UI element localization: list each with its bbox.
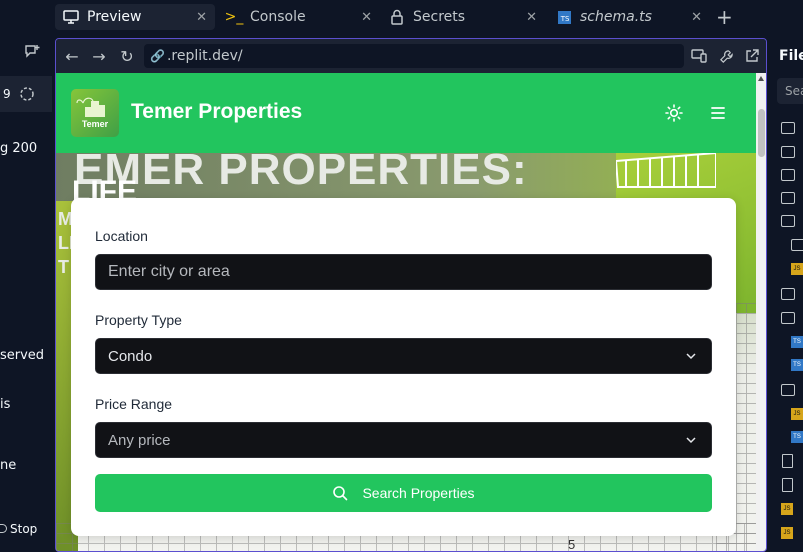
tab-label: Preview (87, 9, 142, 25)
preview-pane: ← → ↻ 🔗 .replit.dev/ EMER PROPERTIES: LI… (55, 38, 767, 552)
app-header: Temer Temer Properties (56, 73, 756, 153)
left-pane-text: 9 (3, 87, 11, 101)
file-pane-title: File (779, 48, 803, 64)
close-icon[interactable]: ✕ (526, 10, 537, 25)
folder-icon[interactable] (781, 146, 795, 158)
tab-bar: Preview ✕ >_ Console ✕ Secrets ✕ TS sche… (0, 0, 803, 34)
link-icon: 🔗 (150, 49, 165, 63)
tab-schema-ts[interactable]: TS schema.ts ✕ (550, 4, 710, 30)
typescript-file-icon[interactable]: TS (791, 359, 803, 371)
scroll-thumb[interactable] (758, 109, 765, 157)
folder-open-icon[interactable] (781, 312, 795, 324)
menu-icon[interactable] (706, 101, 730, 125)
logo[interactable]: Temer (71, 89, 119, 137)
chevron-down-icon (685, 349, 697, 366)
tab-label: Secrets (413, 9, 466, 25)
forward-icon[interactable]: → (89, 46, 109, 66)
blueprint-number: 5 (568, 537, 576, 552)
property-type-value: Condo (108, 347, 153, 365)
brand-name[interactable]: Temer Properties (131, 100, 302, 124)
tab-label: schema.ts (580, 9, 652, 25)
folder-open-icon[interactable] (781, 384, 795, 396)
price-range-select[interactable]: Any price (95, 422, 712, 458)
javascript-file-icon[interactable]: JS (791, 263, 803, 275)
property-type-label: Property Type (95, 312, 182, 328)
new-chat-icon[interactable] (24, 44, 40, 64)
left-pane-text: g 200 (0, 141, 38, 156)
monitor-icon (61, 10, 81, 24)
file-pane: File Sea JS TS TS JS TS JS JS (769, 34, 803, 552)
file-icon[interactable] (782, 454, 793, 468)
devices-icon[interactable] (689, 46, 709, 66)
folder-icon[interactable] (781, 122, 795, 134)
tab-console[interactable]: >_ Console ✕ (220, 4, 380, 30)
location-input[interactable]: Enter city or area (95, 254, 712, 290)
add-tab-icon[interactable]: + (716, 5, 733, 29)
chevron-down-icon (685, 433, 697, 450)
open-external-icon[interactable] (742, 46, 762, 66)
search-properties-button[interactable]: Search Properties (95, 474, 712, 512)
javascript-file-icon[interactable]: JS (781, 527, 793, 539)
terminal-icon: >_ (224, 9, 244, 25)
file-icon[interactable] (782, 478, 793, 492)
price-range-value: Any price (108, 431, 171, 449)
javascript-file-icon[interactable]: JS (781, 503, 793, 515)
folder-icon[interactable] (781, 288, 795, 300)
folder-icon[interactable] (781, 192, 795, 204)
javascript-file-icon[interactable]: JS (791, 408, 803, 420)
address-bar: ← → ↻ 🔗 .replit.dev/ (56, 39, 766, 73)
property-type-select[interactable]: Condo (95, 338, 712, 374)
wrench-icon[interactable] (716, 46, 736, 66)
logo-text: Temer (81, 119, 109, 129)
folder-open-icon[interactable] (781, 215, 795, 227)
search-icon (332, 485, 348, 501)
left-pane-text: served (0, 348, 45, 363)
stop-label: Stop (10, 522, 38, 536)
typescript-file-icon: TS (554, 10, 574, 24)
close-icon[interactable]: ✕ (361, 10, 372, 25)
stop-icon (0, 524, 7, 533)
close-icon[interactable]: ✕ (196, 10, 207, 25)
hero-side-text: T (58, 257, 69, 277)
tab-secrets[interactable]: Secrets ✕ (385, 4, 545, 30)
folder-icon[interactable] (781, 169, 795, 181)
folder-icon[interactable] (791, 239, 803, 251)
back-icon[interactable]: ← (62, 46, 82, 66)
location-label: Location (95, 228, 148, 244)
search-card: Location Enter city or area Property Typ… (71, 198, 736, 536)
price-range-label: Price Range (95, 396, 173, 412)
url-input[interactable]: 🔗 .replit.dev/ (144, 44, 684, 68)
search-button-label: Search Properties (362, 485, 475, 501)
scroll-up-icon[interactable] (758, 76, 764, 81)
typescript-file-icon[interactable]: TS (791, 431, 803, 443)
typescript-file-icon[interactable]: TS (791, 336, 803, 348)
hero-title: EMER PROPERTIES: (74, 153, 528, 194)
lock-icon (387, 9, 407, 25)
page-scrollbar[interactable] (756, 73, 766, 551)
left-pane-text: ne (0, 458, 17, 473)
file-search-input[interactable]: Sea (777, 78, 803, 104)
sun-icon[interactable] (662, 101, 686, 125)
page-viewport: EMER PROPERTIES: LIFE M LE T 5 Temer Tem… (56, 73, 756, 552)
reload-icon[interactable]: ↻ (117, 46, 137, 66)
left-pane: 9 g 200 served is ne Stop (0, 34, 52, 552)
tab-preview[interactable]: Preview ✕ (55, 4, 215, 30)
loading-icon (19, 86, 35, 106)
stop-button[interactable]: Stop (0, 522, 37, 536)
left-pane-text: is (0, 397, 11, 412)
tab-label: Console (250, 9, 306, 25)
close-icon[interactable]: ✕ (691, 10, 702, 25)
url-text: .replit.dev/ (166, 48, 243, 64)
